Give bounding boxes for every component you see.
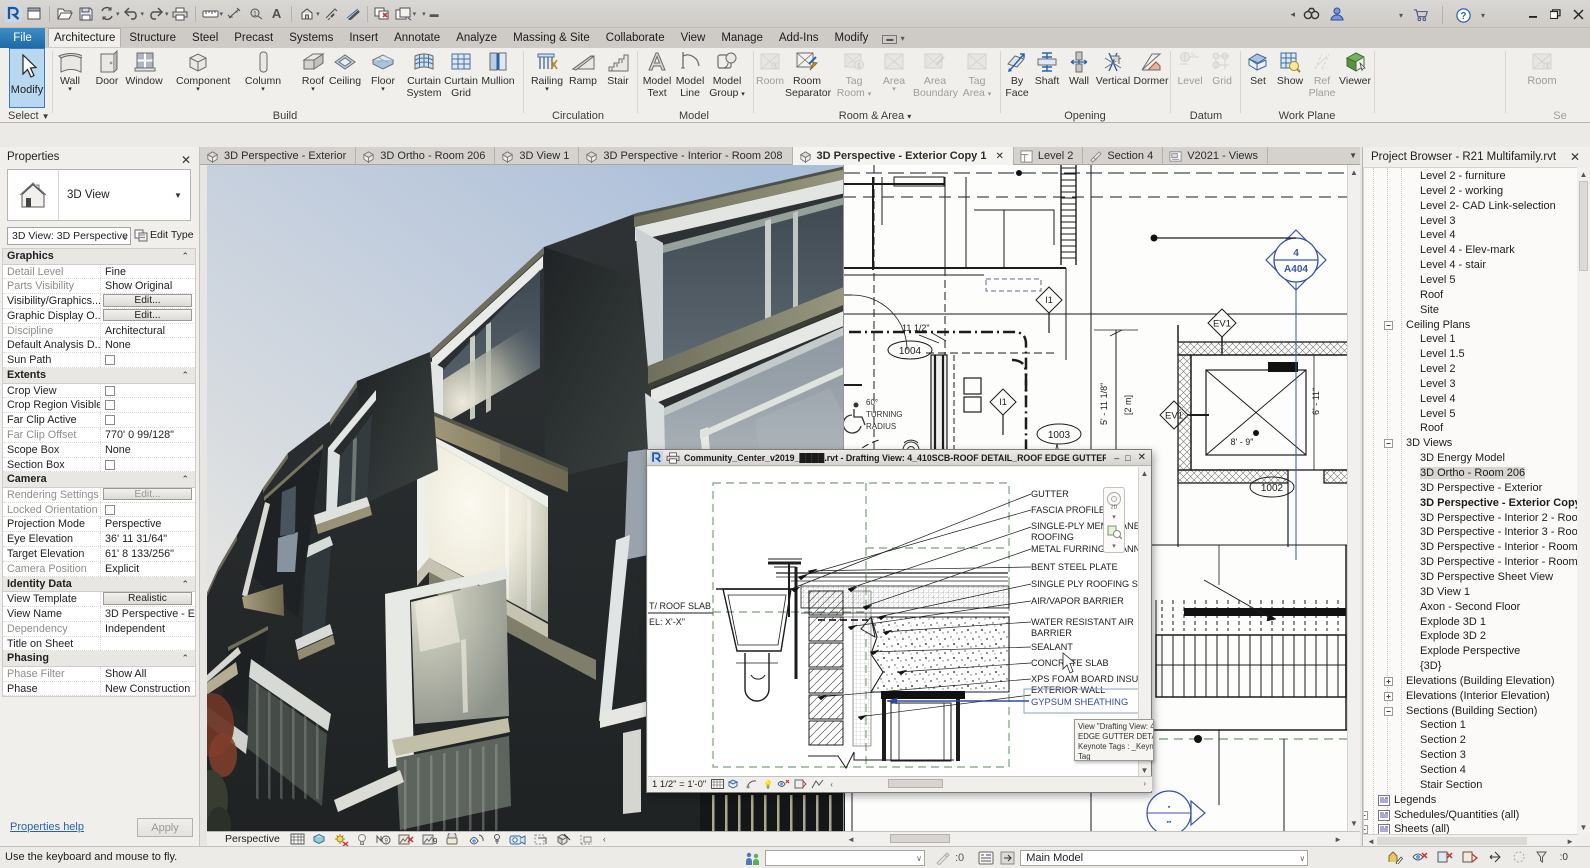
svg-text:11 1/2": 11 1/2" bbox=[902, 323, 930, 333]
svg-text:1: 1 bbox=[1546, 64, 1549, 70]
svg-text:A404: A404 bbox=[1284, 264, 1308, 275]
svg-text:ROOFING: ROOFING bbox=[1031, 532, 1074, 542]
svg-text:1: 1 bbox=[253, 11, 257, 18]
svg-text:SINGLE PLY ROOFING S: SINGLE PLY ROOFING S bbox=[1031, 579, 1138, 589]
svg-text:▪▪: ▪▪ bbox=[1167, 819, 1172, 826]
svg-text:4: 4 bbox=[1293, 248, 1299, 259]
svg-text:1: 1 bbox=[774, 64, 777, 70]
svg-text:1003: 1003 bbox=[1048, 430, 1071, 441]
svg-text:2D: 2D bbox=[1111, 505, 1118, 511]
svg-text:60°: 60° bbox=[866, 398, 878, 407]
svg-text:GYPSUM SHEATHING: GYPSUM SHEATHING bbox=[1031, 696, 1128, 707]
svg-text:WATER RESISTANT AIR: WATER RESISTANT AIR bbox=[1031, 617, 1134, 627]
svg-text:TURNING: TURNING bbox=[866, 410, 902, 419]
svg-text:I1: I1 bbox=[999, 397, 1007, 407]
svg-text:SEALANT: SEALANT bbox=[1031, 642, 1073, 652]
svg-text:6' - 11": 6' - 11" bbox=[1311, 388, 1321, 415]
svg-text:8' - 9": 8' - 9" bbox=[1231, 437, 1254, 447]
svg-text:BARRIER: BARRIER bbox=[1031, 628, 1072, 638]
svg-text:GUTTER: GUTTER bbox=[1031, 489, 1069, 499]
svg-text:XPS FOAM BOARD INSU: XPS FOAM BOARD INSU bbox=[1031, 674, 1138, 684]
svg-text:9: 9 bbox=[433, 837, 438, 846]
svg-text:RADIUS: RADIUS bbox=[866, 422, 896, 431]
svg-text:AIR/VAPOR BARRIER: AIR/VAPOR BARRIER bbox=[1031, 596, 1124, 606]
svg-text:1004: 1004 bbox=[899, 346, 922, 357]
svg-text:EV1: EV1 bbox=[1213, 319, 1231, 330]
svg-text:5' - 11 1/8": 5' - 11 1/8" bbox=[1099, 383, 1109, 425]
svg-text:EXTERIOR WALL: EXTERIOR WALL bbox=[1031, 685, 1105, 695]
svg-text:FASCIA PROFILE: FASCIA PROFILE bbox=[1031, 505, 1105, 515]
svg-text:BENT STEEL PLATE: BENT STEEL PLATE bbox=[1031, 562, 1118, 572]
svg-text:EL: X'-X": EL: X'-X" bbox=[649, 617, 685, 627]
svg-text:1002: 1002 bbox=[1261, 483, 1284, 494]
svg-text:T/ ROOF SLAB: T/ ROOF SLAB bbox=[649, 601, 711, 611]
svg-text:?: ? bbox=[1461, 11, 1467, 22]
svg-text:I1: I1 bbox=[1045, 295, 1053, 305]
svg-text:[2 m]: [2 m] bbox=[1123, 395, 1133, 415]
